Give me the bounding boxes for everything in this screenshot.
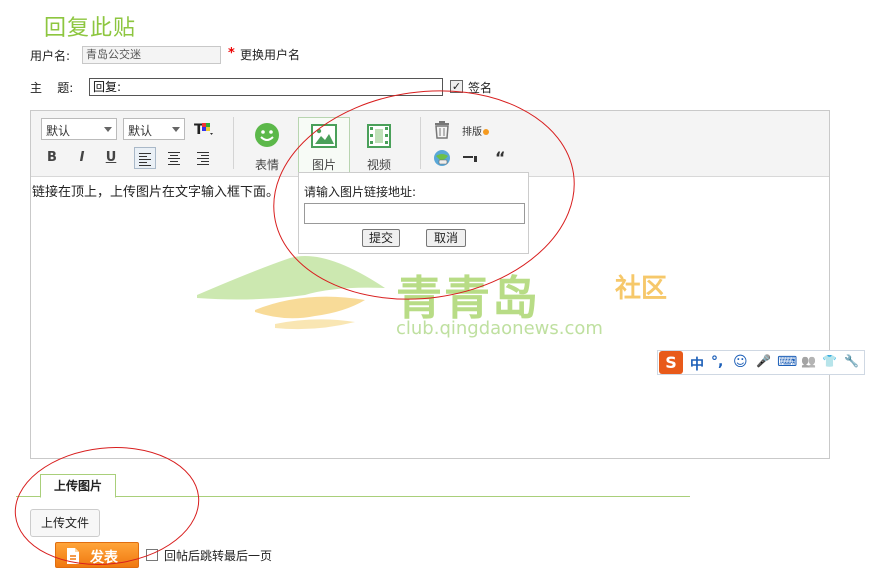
tab-upload-image[interactable]: 上传图片 xyxy=(40,474,116,498)
emoticon-label: 表情 xyxy=(255,158,280,172)
watermark-brand-suffix: 社区 xyxy=(615,274,668,304)
ime-voice-icon[interactable]: 🎤 xyxy=(756,354,771,368)
font-family-value: 默认 xyxy=(46,124,71,138)
font-size-value: 默认 xyxy=(128,124,153,138)
ime-keyboard-icon[interactable]: ⌨ xyxy=(777,354,797,370)
toolbar-divider xyxy=(420,117,421,169)
sogou-logo-icon[interactable]: S xyxy=(659,351,683,374)
layout-dot-icon xyxy=(483,129,489,135)
video-button[interactable]: 视频 xyxy=(358,118,400,172)
underline-button[interactable]: U xyxy=(101,148,121,168)
subject-label: 主 题: xyxy=(30,81,74,95)
horizontal-rule-button[interactable] xyxy=(462,151,478,165)
document-icon xyxy=(67,548,79,564)
upload-file-button[interactable]: 上传文件 xyxy=(30,509,100,537)
image-button[interactable]: 图片 xyxy=(298,117,350,173)
insert-link-button[interactable] xyxy=(433,149,451,167)
ime-mode-toggle[interactable]: 中 xyxy=(690,354,704,374)
signature-checkbox[interactable]: ✓ xyxy=(450,80,463,93)
font-family-select[interactable]: 默认 xyxy=(41,118,117,140)
horizontal-rule-icon xyxy=(463,156,477,162)
layout-label: 排版 xyxy=(462,127,482,138)
delete-button[interactable] xyxy=(432,120,452,140)
logo-hills-icon xyxy=(197,256,385,330)
post-button[interactable]: 发表 xyxy=(55,542,139,568)
align-right-button[interactable] xyxy=(192,147,214,169)
ime-emoji-icon[interactable]: ☺ xyxy=(733,354,748,370)
quote-button[interactable]: “ xyxy=(495,148,506,167)
username-label: 用户名: xyxy=(30,49,71,63)
editor-content[interactable]: 链接在顶上，上传图片在文字输入框下面。 xyxy=(32,181,279,200)
post-button-label: 发表 xyxy=(90,550,118,566)
text-color-icon: T xyxy=(194,122,213,138)
ime-skin-icon[interactable]: 👕 xyxy=(822,354,837,368)
username-field[interactable]: 青岛公交迷 xyxy=(82,46,221,64)
layout-button[interactable]: 排版 xyxy=(462,123,489,138)
submit-button[interactable]: 提交 xyxy=(362,229,400,247)
jump-last-page-checkbox[interactable] xyxy=(146,549,158,561)
required-mark: * xyxy=(228,46,235,61)
ime-settings-icon[interactable]: 🔧 xyxy=(844,354,859,368)
signature-label: 签名 xyxy=(468,81,493,95)
globe-link-icon xyxy=(434,150,450,166)
image-url-input[interactable] xyxy=(304,203,525,224)
watermark-url: club.qingdaonews.com xyxy=(396,318,603,339)
video-icon xyxy=(367,124,391,148)
emoticon-button[interactable]: 表情 xyxy=(246,118,288,172)
align-left-button[interactable] xyxy=(134,147,156,169)
trash-icon xyxy=(435,121,449,139)
subject-field[interactable]: 回复: xyxy=(89,78,443,96)
video-label: 视频 xyxy=(367,158,392,172)
smiley-icon xyxy=(255,123,279,147)
image-icon xyxy=(311,124,337,148)
ime-user-icon[interactable]: 👥 xyxy=(801,354,816,368)
font-size-select[interactable]: 默认 xyxy=(123,118,185,140)
align-center-button[interactable] xyxy=(163,147,185,169)
text-color-button[interactable]: T xyxy=(192,118,216,140)
bold-button[interactable]: B xyxy=(42,148,62,168)
ime-punctuation-toggle[interactable]: °, xyxy=(711,354,723,370)
page-title: 回复此贴 xyxy=(44,16,137,41)
upload-tab-divider xyxy=(16,496,690,497)
image-label: 图片 xyxy=(312,158,337,172)
chevron-down-icon xyxy=(172,127,180,132)
change-username-link[interactable]: 更换用户名 xyxy=(240,46,300,63)
cancel-button[interactable]: 取消 xyxy=(426,229,466,247)
jump-last-page-label: 回帖后跳转最后一页 xyxy=(164,549,273,563)
chevron-down-icon xyxy=(104,127,112,132)
toolbar-divider xyxy=(233,117,234,169)
italic-button[interactable]: I xyxy=(72,148,92,168)
image-url-label: 请输入图片链接地址: xyxy=(304,185,417,199)
